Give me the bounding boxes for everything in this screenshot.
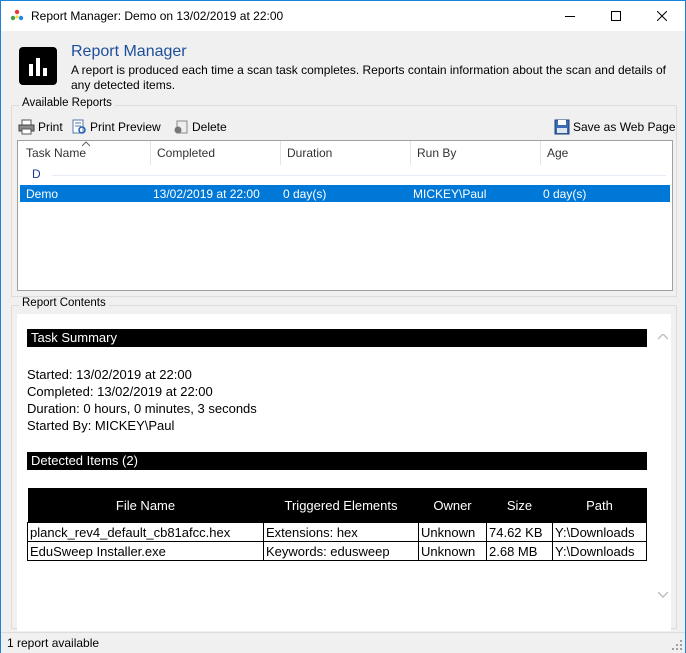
cell-file-name: EduSweep Installer.exe bbox=[27, 541, 264, 561]
scroll-up-icon[interactable] bbox=[658, 334, 668, 340]
print-preview-icon bbox=[72, 119, 86, 134]
summary-completed: Completed: 13/02/2019 at 22:00 bbox=[27, 384, 213, 399]
cell-file-name: planck_rev4_default_cb81afcc.hex bbox=[27, 522, 264, 542]
detected-col-triggered-elements: Triggered Elements bbox=[263, 488, 419, 523]
cell-duration: 0 day(s) bbox=[283, 187, 327, 201]
title-bar[interactable]: Report Manager: Demo on 13/02/2019 at 22… bbox=[1, 1, 685, 31]
cell-task-name: Demo bbox=[26, 187, 59, 201]
delete-icon bbox=[174, 120, 188, 134]
delete-label: Delete bbox=[192, 120, 227, 134]
close-icon bbox=[657, 11, 667, 21]
table-row: planck_rev4_default_cb81afcc.hex Extensi… bbox=[27, 522, 647, 542]
report-chart-icon bbox=[19, 47, 57, 85]
cell-path: Y:\Downloads bbox=[552, 541, 647, 561]
header-description: A report is produced each time a scan ta… bbox=[71, 63, 667, 92]
maximize-button[interactable] bbox=[593, 1, 639, 31]
cell-owner: Unknown bbox=[418, 541, 487, 561]
summary-duration: Duration: 0 hours, 0 minutes, 3 seconds bbox=[27, 401, 257, 416]
column-header-completed[interactable]: Completed bbox=[151, 141, 281, 165]
list-item[interactable]: Demo 13/02/2019 at 22:00 0 day(s) MICKEY… bbox=[20, 185, 670, 202]
maximize-icon bbox=[611, 11, 621, 21]
cell-owner: Unknown bbox=[418, 522, 487, 542]
cell-run-by: MICKEY\Paul bbox=[413, 187, 487, 201]
column-header-age[interactable]: Age bbox=[541, 141, 670, 165]
header-title: Report Manager bbox=[71, 43, 187, 60]
save-as-web-page-button[interactable]: Save as Web Page bbox=[554, 117, 676, 137]
save-icon bbox=[554, 119, 570, 135]
task-summary-heading: Task Summary bbox=[27, 329, 647, 347]
delete-button[interactable]: Delete bbox=[173, 117, 227, 137]
detected-col-path: Path bbox=[552, 488, 647, 523]
column-header-task-name[interactable]: Task Name bbox=[20, 141, 151, 165]
list-group-header[interactable]: D bbox=[32, 167, 41, 181]
list-group-divider bbox=[52, 175, 666, 176]
print-button[interactable]: Print bbox=[18, 117, 63, 137]
cell-completed: 13/02/2019 at 22:00 bbox=[153, 187, 260, 201]
summary-started-by: Started By: MICKEY\Paul bbox=[27, 418, 175, 433]
scroll-down-icon[interactable] bbox=[658, 592, 668, 598]
report-manager-window: Report Manager: Demo on 13/02/2019 at 22… bbox=[0, 0, 686, 653]
sort-ascending-icon bbox=[82, 141, 90, 147]
cell-age: 0 day(s) bbox=[543, 187, 587, 201]
reports-list[interactable]: Task Name Completed Duration Run By Age … bbox=[17, 140, 673, 291]
detected-col-size: Size bbox=[486, 488, 553, 523]
printer-icon bbox=[18, 119, 35, 135]
minimize-button[interactable] bbox=[547, 1, 593, 31]
app-icon bbox=[10, 9, 24, 21]
window-title: Report Manager: Demo on 13/02/2019 at 22… bbox=[31, 9, 284, 23]
detected-col-owner: Owner bbox=[418, 488, 487, 523]
cell-path: Y:\Downloads bbox=[552, 522, 647, 542]
minimize-icon bbox=[565, 16, 575, 17]
cell-triggered-elements: Keywords: edusweep bbox=[263, 541, 419, 561]
save-as-web-page-label: Save as Web Page bbox=[573, 120, 676, 134]
report-contents-view[interactable]: Task Summary Started: 13/02/2019 at 22:0… bbox=[17, 314, 671, 631]
column-header-duration[interactable]: Duration bbox=[281, 141, 411, 165]
status-bar: 1 report available bbox=[1, 632, 685, 653]
status-text: 1 report available bbox=[7, 636, 100, 650]
cell-size: 2.68 MB bbox=[486, 541, 553, 561]
available-reports-label: Available Reports bbox=[19, 97, 115, 109]
resize-grip-icon[interactable] bbox=[671, 639, 683, 651]
report-contents-label: Report Contents bbox=[19, 297, 109, 309]
print-label: Print bbox=[38, 120, 63, 134]
cell-size: 74.62 KB bbox=[486, 522, 553, 542]
detected-col-file-name: File Name bbox=[27, 488, 264, 523]
summary-started: Started: 13/02/2019 at 22:00 bbox=[27, 367, 192, 382]
cell-triggered-elements: Extensions: hex bbox=[263, 522, 419, 542]
detected-items-heading: Detected Items (2) bbox=[27, 452, 647, 470]
column-header-run-by[interactable]: Run By bbox=[411, 141, 541, 165]
close-button[interactable] bbox=[639, 1, 685, 31]
table-row: EduSweep Installer.exe Keywords: eduswee… bbox=[27, 541, 647, 561]
detected-items-table: File Name Triggered Elements Owner Size … bbox=[27, 488, 647, 561]
report-scrollbar[interactable] bbox=[654, 314, 671, 631]
print-preview-button[interactable]: Print Preview bbox=[71, 117, 161, 137]
print-preview-label: Print Preview bbox=[90, 120, 161, 134]
